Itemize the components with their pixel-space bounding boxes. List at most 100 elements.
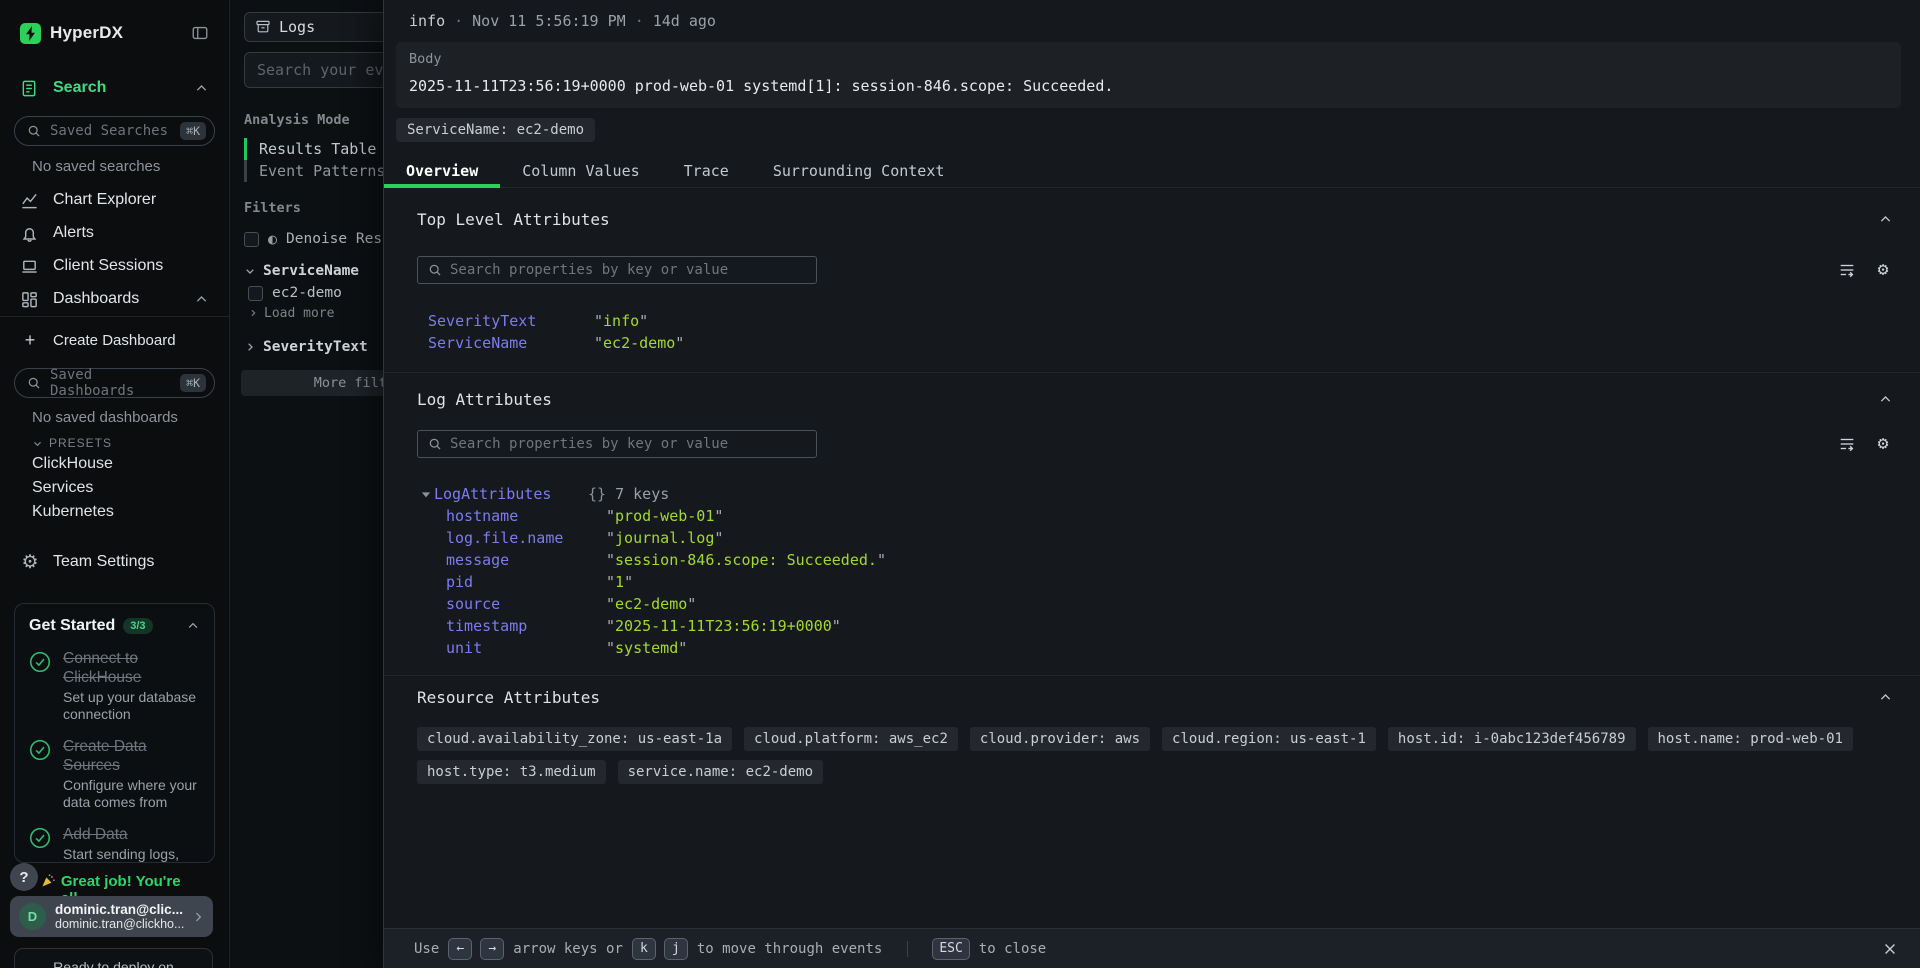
filter-value-label: ec2-demo (272, 285, 342, 301)
collapse-sidebar-icon[interactable] (191, 24, 209, 42)
attribute-value[interactable]: info (594, 312, 648, 330)
presets-label: PRESETS (49, 436, 112, 450)
saved-dashboards-placeholder: Saved Dashboards (50, 367, 171, 399)
attribute-row[interactable]: SeverityText info (417, 310, 1893, 332)
attribute-key[interactable]: unit (446, 639, 606, 657)
denoise-icon: ◐ (268, 230, 277, 248)
collapse-section-icon[interactable] (1878, 392, 1893, 407)
sidebar-item-alerts[interactable]: Alerts (0, 219, 229, 247)
attribute-row[interactable]: source ec2-demo (417, 593, 1893, 615)
resource-chip[interactable]: cloud.availability_zone: us-east-1a (417, 727, 732, 751)
attribute-key[interactable]: LogAttributes (434, 485, 588, 503)
event-search-input[interactable] (244, 52, 402, 88)
resource-chip[interactable]: host.id: i-0abc123def456789 (1388, 727, 1636, 751)
collapse-section-icon[interactable] (1878, 212, 1893, 227)
attribute-value[interactable]: 1 (606, 573, 633, 591)
attribute-row[interactable]: timestamp 2025-11-11T23:56:19+0000 (417, 615, 1893, 637)
filter-group-label: SeverityText (263, 339, 368, 355)
deploy-teaser-card[interactable]: Ready to deploy on (14, 948, 213, 968)
saved-searches-input[interactable]: Saved Searches ⌘K (14, 116, 215, 146)
attribute-key[interactable]: source (446, 595, 606, 613)
attribute-value[interactable]: ec2-demo (594, 334, 684, 352)
step-title: Add Data (63, 826, 128, 843)
tab-overview[interactable]: Overview (384, 158, 500, 187)
kbd-k: k (632, 938, 656, 960)
user-menu[interactable]: D dominic.tran@clic... dominic.tran@clic… (10, 896, 213, 937)
attribute-row[interactable]: log.file.name journal.log (417, 527, 1893, 549)
resource-chip[interactable]: host.type: t3.medium (417, 760, 606, 784)
attribute-value[interactable]: prod-web-01 (606, 507, 723, 525)
attribute-key[interactable]: pid (446, 573, 606, 591)
divider (384, 675, 1920, 676)
detail-tabs: Overview Column Values Trace Surrounding… (384, 158, 1920, 188)
attribute-value[interactable]: 2025-11-11T23:56:19+0000 (606, 617, 841, 635)
checkbox[interactable] (248, 286, 263, 301)
sidebar-item-label: Team Settings (53, 553, 154, 571)
source-selector-button[interactable]: Logs (244, 12, 402, 42)
attribute-value[interactable]: systemd (606, 639, 687, 657)
chevron-up-icon[interactable] (194, 292, 209, 307)
property-search-input[interactable] (450, 262, 806, 278)
bell-icon (20, 224, 40, 243)
caret-down-icon[interactable] (421, 490, 434, 499)
servicename-chip[interactable]: ServiceName: ec2-demo (396, 118, 595, 142)
sidebar-item-team-settings[interactable]: ⚙ Team Settings (0, 548, 229, 576)
resource-chip[interactable]: cloud.platform: aws_ec2 (744, 727, 958, 751)
logattributes-tree-parent[interactable]: LogAttributes {} 7 keys (417, 483, 1893, 505)
party-popper-icon (40, 873, 56, 889)
sidebar-item-search[interactable]: Search (0, 74, 229, 102)
preset-clickhouse[interactable]: ClickHouse (0, 452, 229, 476)
avatar: D (19, 903, 46, 930)
gear-icon[interactable]: ⚙ (1873, 435, 1893, 453)
attribute-row[interactable]: pid 1 (417, 571, 1893, 593)
attribute-key[interactable]: hostname (446, 507, 606, 525)
help-button[interactable]: ? (10, 863, 38, 891)
resource-chip[interactable]: host.name: prod-web-01 (1648, 727, 1853, 751)
saved-dashboards-input[interactable]: Saved Dashboards ⌘K (14, 368, 215, 398)
property-search-input[interactable] (450, 436, 806, 452)
property-search-box[interactable] (417, 256, 817, 284)
attribute-key[interactable]: log.file.name (446, 529, 606, 547)
property-search-box[interactable] (417, 430, 817, 458)
wrap-lines-icon[interactable] (1838, 261, 1856, 279)
get-started-step[interactable]: Create Data Sources Configure where your… (29, 737, 200, 811)
progress-badge: 3/3 (123, 618, 152, 634)
attribute-value[interactable]: session-846.scope: Succeeded. (606, 551, 886, 569)
tab-surrounding-context[interactable]: Surrounding Context (751, 158, 967, 187)
preset-services[interactable]: Services (0, 476, 229, 500)
no-saved-dashboards-note: No saved dashboards (32, 409, 229, 427)
user-email: dominic.tran@clickho... (55, 917, 184, 931)
attribute-value[interactable]: journal.log (606, 529, 723, 547)
resource-chip[interactable]: cloud.provider: aws (970, 727, 1150, 751)
chevron-up-icon[interactable] (194, 81, 209, 96)
collapse-section-icon[interactable] (1878, 690, 1893, 705)
attribute-value[interactable]: ec2-demo (606, 595, 696, 613)
attribute-key[interactable]: message (446, 551, 606, 569)
attribute-key[interactable]: timestamp (446, 617, 606, 635)
resource-chip[interactable]: service.name: ec2-demo (618, 760, 823, 784)
sidebar-item-client-sessions[interactable]: Client Sessions (0, 252, 229, 280)
create-dashboard-button[interactable]: + Create Dashboard (0, 326, 229, 354)
sidebar-item-dashboards[interactable]: Dashboards (0, 285, 229, 313)
step-desc: Set up your database connection (63, 689, 200, 723)
get-started-step[interactable]: Connect to ClickHouse Set up your databa… (29, 649, 200, 723)
tab-trace[interactable]: Trace (662, 158, 751, 187)
presets-group[interactable]: PRESETS (32, 434, 229, 452)
close-icon[interactable] (1882, 941, 1898, 957)
resource-chip[interactable]: cloud.region: us-east-1 (1162, 727, 1376, 751)
chevron-up-icon[interactable] (186, 619, 200, 633)
wrap-lines-icon[interactable] (1838, 435, 1856, 453)
preset-kubernetes[interactable]: Kubernetes (0, 500, 229, 524)
laptop-icon (20, 257, 40, 276)
attribute-key[interactable]: SeverityText (428, 312, 594, 330)
checkbox[interactable] (244, 232, 259, 247)
attribute-row[interactable]: message session-846.scope: Succeeded. (417, 549, 1893, 571)
tab-column-values[interactable]: Column Values (500, 158, 661, 187)
get-started-step[interactable]: Add Data Start sending logs, metrics, or… (29, 825, 200, 863)
attribute-row[interactable]: unit systemd (417, 637, 1893, 659)
attribute-key[interactable]: ServiceName (428, 334, 594, 352)
attribute-row[interactable]: hostname prod-web-01 (417, 505, 1893, 527)
gear-icon[interactable]: ⚙ (1873, 261, 1893, 279)
attribute-row[interactable]: ServiceName ec2-demo (417, 332, 1893, 354)
sidebar-item-chart-explorer[interactable]: Chart Explorer (0, 186, 229, 214)
